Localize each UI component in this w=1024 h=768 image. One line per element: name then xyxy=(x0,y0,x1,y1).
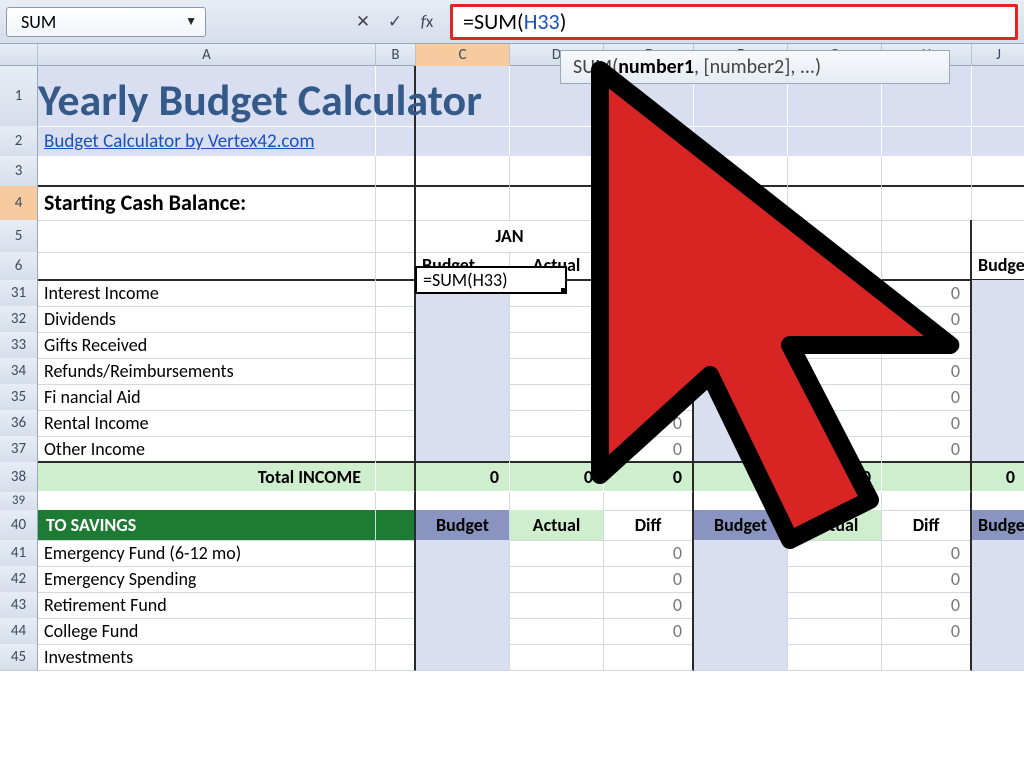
row-39[interactable]: 39 xyxy=(0,492,1024,510)
savings-item[interactable]: Investments xyxy=(38,644,376,671)
row-36[interactable]: 36 Rental Income 0 0 xyxy=(0,410,1024,436)
row-45[interactable]: 45 Investments xyxy=(0,644,1024,670)
col-J[interactable]: J xyxy=(972,44,1024,66)
formula-tooltip: SUM(number1, [number2], ...) xyxy=(560,50,950,84)
savings-item[interactable]: Retirement Fund xyxy=(38,592,376,619)
row-35[interactable]: 35 Fi nancial Aid 0 0 xyxy=(0,384,1024,410)
col-A[interactable]: A xyxy=(38,44,376,66)
row-head-2[interactable]: 2 xyxy=(0,126,38,158)
page-title: Yearly Budget Calculator xyxy=(38,66,376,127)
vertex42-link[interactable]: Budget Calculator by Vertex42.com xyxy=(44,130,315,153)
income-item[interactable]: Other Income xyxy=(38,436,376,463)
select-all-corner[interactable] xyxy=(0,44,38,66)
month-jan-header: JAN xyxy=(416,220,604,253)
row-33[interactable]: 33 Gifts Received 0 0 xyxy=(0,332,1024,358)
row-44[interactable]: 44 College Fund 0 0 xyxy=(0,618,1024,644)
row-40[interactable]: 40 TO SAVINGS Budget Actual Diff Budget … xyxy=(0,510,1024,540)
cancel-icon[interactable]: ✕ xyxy=(350,9,376,35)
spreadsheet-grid[interactable]: 1 Yearly Budget Calculator 2 Budget Calc… xyxy=(0,66,1024,670)
col-B[interactable]: B xyxy=(376,44,416,66)
active-cell-editor[interactable]: =SUM(H33) xyxy=(415,266,567,294)
row-32[interactable]: 32 Dividends 0 0 xyxy=(0,306,1024,332)
row-5[interactable]: 5 JAN MA xyxy=(0,220,1024,252)
enter-icon[interactable]: ✓ xyxy=(382,9,408,35)
formula-bar: SUM ▼ ✕ ✓ fx =SUM(H33) xyxy=(0,0,1024,44)
total-income-label: Total INCOME xyxy=(38,462,376,493)
formula-input[interactable]: =SUM(H33) xyxy=(450,4,1018,40)
savings-item[interactable]: Emergency Fund (6-12 mo) xyxy=(38,540,376,567)
row-head-1[interactable]: 1 xyxy=(0,66,38,127)
income-item[interactable]: Interest Income xyxy=(38,280,376,307)
row-34[interactable]: 34 Refunds/Reimbursements 0 0 xyxy=(0,358,1024,384)
row-head-6[interactable]: 6 xyxy=(0,252,38,281)
fx-icon[interactable]: fx xyxy=(414,9,440,35)
row-41[interactable]: 41 Emergency Fund (6-12 mo) 0 0 xyxy=(0,540,1024,566)
name-box-value: SUM xyxy=(21,11,56,33)
savings-item[interactable]: Emergency Spending xyxy=(38,566,376,593)
savings-item[interactable]: College Fund xyxy=(38,618,376,645)
formula-bar-buttons: ✕ ✓ fx xyxy=(350,9,440,35)
income-item[interactable]: Refunds/Reimbursements xyxy=(38,358,376,385)
row-3[interactable]: 3 xyxy=(0,156,1024,186)
row-4[interactable]: 4 Starting Cash Balance: xyxy=(0,186,1024,220)
chevron-down-icon[interactable]: ▼ xyxy=(185,14,197,29)
row-head-3[interactable]: 3 xyxy=(0,156,38,187)
income-item[interactable]: Rental Income xyxy=(38,410,376,437)
row-42[interactable]: 42 Emergency Spending 0 0 xyxy=(0,566,1024,592)
row-38[interactable]: 38 Total INCOME 0 0 0 0 0 0 xyxy=(0,462,1024,492)
row-head-5[interactable]: 5 xyxy=(0,220,38,253)
income-item[interactable]: Fi nancial Aid xyxy=(38,384,376,411)
row-37[interactable]: 37 Other Income 0 0 xyxy=(0,436,1024,462)
row-head-4[interactable]: 4 xyxy=(0,186,38,221)
col-C[interactable]: C xyxy=(416,44,510,66)
income-item[interactable]: Dividends xyxy=(38,306,376,333)
income-item[interactable]: Gifts Received xyxy=(38,332,376,359)
row-43[interactable]: 43 Retirement Fund 0 0 xyxy=(0,592,1024,618)
name-box[interactable]: SUM ▼ xyxy=(6,7,206,37)
row-2[interactable]: 2 Budget Calculator by Vertex42.com xyxy=(0,126,1024,156)
savings-section-header: TO SAVINGS xyxy=(38,510,376,541)
starting-balance-label: Starting Cash Balance: xyxy=(38,186,376,221)
